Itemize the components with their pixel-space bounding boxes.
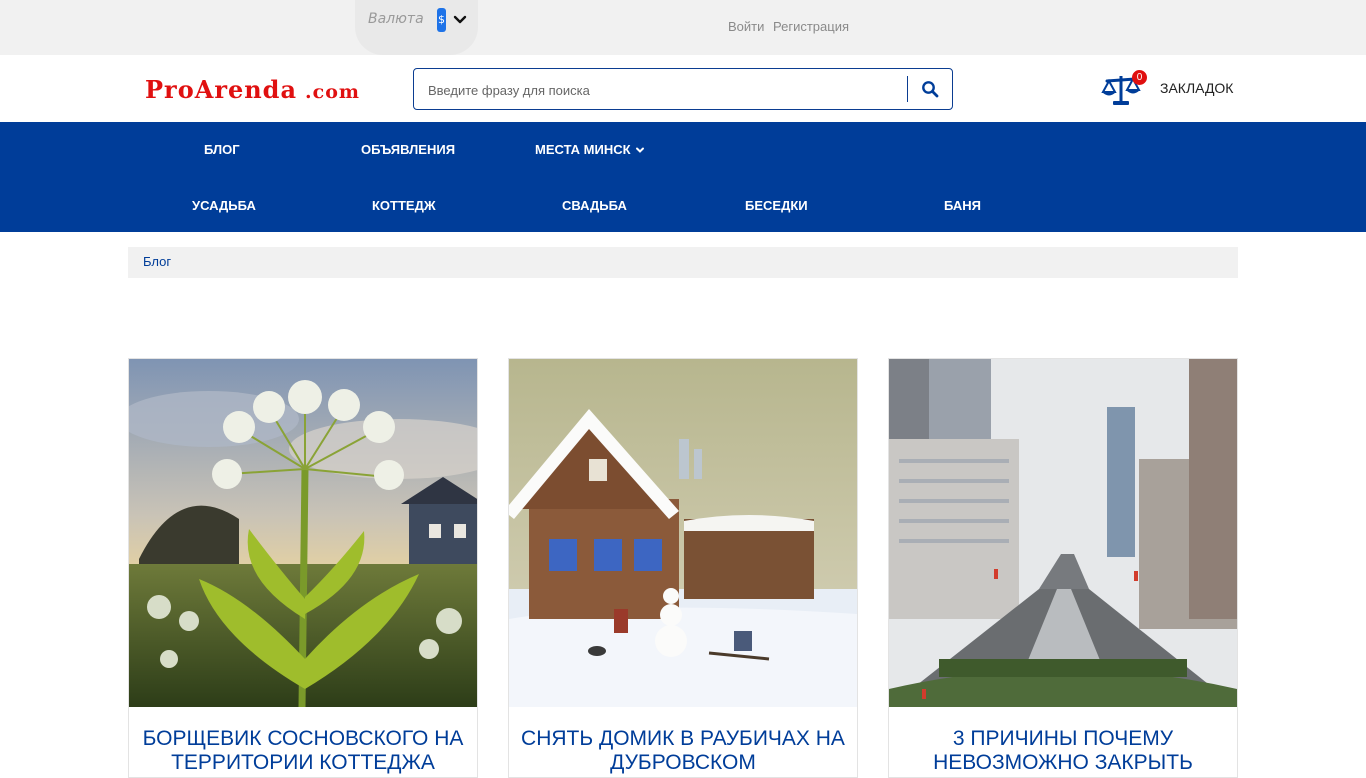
- currency-label: Валюта: [368, 11, 424, 27]
- search-divider: [907, 76, 908, 102]
- currency-selector[interactable]: Валюта $: [355, 0, 478, 55]
- nav-item-estate[interactable]: Усадьба: [192, 198, 256, 213]
- main-navigation: Блог Объявления Места Минск Усадьба Котт…: [0, 122, 1366, 232]
- nav-item-wedding[interactable]: Свадьба: [562, 198, 627, 213]
- header: ProArenda .com 0 ЗАКЛАДОК: [0, 55, 1366, 122]
- currency-symbol-badge[interactable]: $: [437, 8, 446, 32]
- nav-item-blog[interactable]: Блог: [204, 142, 240, 157]
- chevron-down-icon: [635, 147, 644, 153]
- card-image-empty-street[interactable]: [889, 359, 1237, 707]
- nav-item-places-minsk[interactable]: Места Минск: [535, 142, 645, 157]
- blog-card[interactable]: Борщевик Сосновского на территории котте…: [128, 358, 478, 778]
- breadcrumb-item-blog[interactable]: Блог: [143, 254, 171, 269]
- blog-card[interactable]: Снять домик в Раубичах на Дубровском: [508, 358, 858, 778]
- nav-item-sauna[interactable]: Баня: [944, 198, 981, 213]
- nav-item-places-minsk-label: Места Минск: [535, 142, 631, 157]
- search-icon[interactable]: [921, 80, 939, 98]
- login-link[interactable]: Войти: [728, 19, 764, 34]
- nav-item-gazebos[interactable]: Беседки: [745, 198, 808, 213]
- breadcrumb: Блог: [128, 247, 1238, 278]
- top-bar: Валюта $ Войти Регистрация: [0, 0, 1366, 55]
- card-image-winter-house[interactable]: [509, 359, 857, 707]
- card-image-hogweed[interactable]: [129, 359, 477, 707]
- site-logo[interactable]: ProArenda .com: [145, 75, 360, 107]
- register-link[interactable]: Регистрация: [773, 19, 849, 34]
- nav-item-listings[interactable]: Объявления: [361, 142, 455, 157]
- logo-text: ProArenda: [145, 75, 298, 104]
- nav-item-cottage[interactable]: Коттедж: [372, 198, 436, 213]
- logo-suffix: .com: [305, 81, 360, 103]
- search-box: [413, 68, 953, 110]
- bookmarks-count-badge: 0: [1132, 70, 1147, 85]
- chevron-down-icon[interactable]: [453, 13, 467, 27]
- bookmarks-link[interactable]: ЗАКЛАДОК: [1160, 80, 1233, 96]
- blog-card[interactable]: 3 причины почему невозможно закрыть: [888, 358, 1238, 778]
- search-input[interactable]: [428, 79, 898, 101]
